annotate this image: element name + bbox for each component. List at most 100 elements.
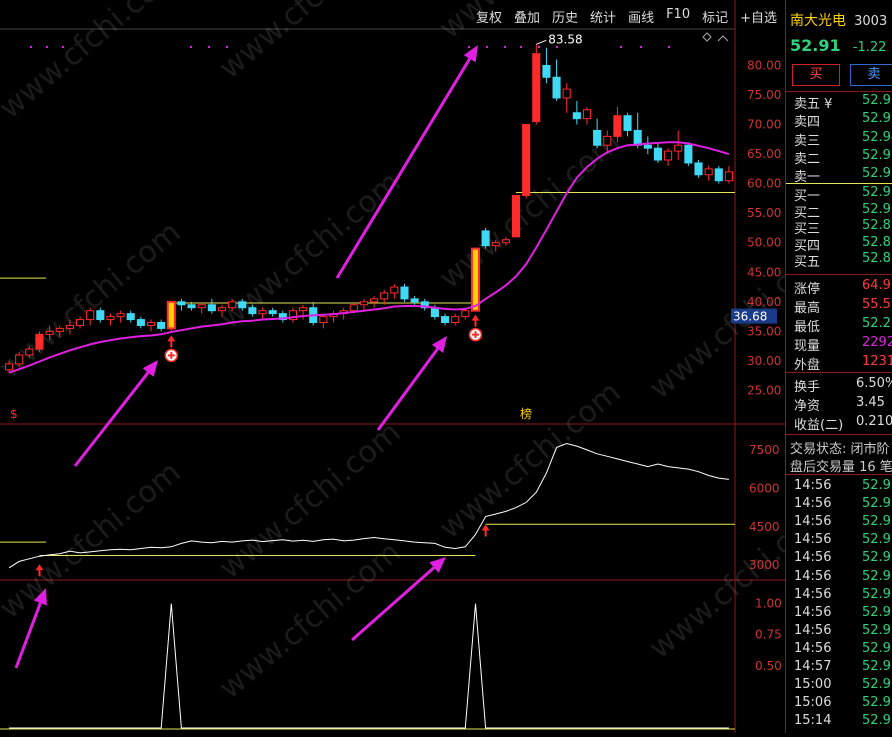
stat-label: 换手	[794, 380, 821, 395]
price-tick-label: 35.00	[747, 324, 781, 338]
annotation-arrow	[73, 360, 158, 467]
buy-arrow-icon	[167, 335, 176, 348]
stock-name: 南大光电	[790, 13, 846, 29]
stat-label: 最高	[794, 301, 821, 316]
candle-body	[400, 286, 409, 300]
candle	[400, 284, 409, 302]
candle	[146, 319, 156, 332]
candle	[694, 160, 703, 178]
stat-label: 涨停	[794, 282, 821, 297]
bid-price: 52.87	[862, 251, 892, 266]
candle-body	[724, 171, 733, 182]
candle	[166, 300, 176, 332]
tick-price: 52.91	[862, 604, 892, 620]
candle-body	[542, 64, 551, 78]
price-tick-label: 30.00	[747, 354, 781, 368]
stat-value: 6.50%	[856, 376, 892, 391]
marker-dot	[486, 46, 488, 48]
tick-price: 52.91	[862, 713, 892, 729]
candle-body	[25, 348, 34, 356]
toolbar-button-2[interactable]: 历史	[546, 6, 584, 26]
tick-time: 14:56	[794, 478, 832, 493]
candle-body	[593, 129, 602, 146]
marker-dot	[620, 46, 622, 48]
toolbar-button-5[interactable]: F10	[660, 6, 696, 26]
toolbar-button-6[interactable]: 标记	[696, 6, 734, 26]
tick-row: 14:56 52.90	[790, 478, 892, 496]
candle-body	[491, 242, 500, 247]
watermark-text: www.cfchi.com	[0, 215, 187, 386]
ask-label: 卖三	[794, 133, 821, 149]
candle-body	[86, 310, 95, 321]
candle-body	[643, 144, 652, 149]
ask-row: 卖一52.92	[790, 166, 892, 185]
candle-body	[299, 307, 308, 312]
divider	[786, 434, 892, 435]
candle	[268, 307, 277, 317]
candle	[278, 310, 287, 323]
candle	[653, 142, 663, 163]
toolbar-button-4[interactable]: 画线	[622, 6, 660, 26]
tick-time: 14:56	[794, 568, 832, 584]
candle-body	[75, 319, 85, 326]
toolbar-button-7[interactable]: +自选	[734, 6, 783, 26]
candle-body	[603, 135, 612, 146]
candle	[197, 301, 206, 314]
price-tick-label: 45.00	[747, 265, 781, 279]
tick-row: 14:56 52.91	[790, 514, 892, 532]
stat-row: 最高 55.50	[790, 297, 892, 316]
ask-label: 卖五 ¥	[794, 97, 833, 112]
buy-button[interactable]: 买	[792, 64, 840, 86]
candle	[106, 313, 115, 326]
tick-price: 52.91	[862, 514, 892, 530]
candle-body	[694, 162, 703, 176]
candle-body	[684, 144, 693, 164]
stat-label: 最低	[794, 320, 821, 335]
toolbar-button-1[interactable]: 叠加	[508, 6, 546, 26]
candle-body	[268, 310, 277, 315]
chart-svg[interactable]: www.cfchi.com www.cfchi.com www.cfchi.com w…	[0, 0, 837, 733]
candle-body	[572, 112, 581, 120]
price-tick-label: 60.00	[747, 177, 781, 191]
chevron-up-icon	[717, 35, 729, 42]
candle-body	[207, 304, 216, 312]
buy-arrow-icon	[471, 314, 480, 327]
stat-value: 52.26	[862, 316, 892, 331]
sell-button[interactable]: 卖	[850, 64, 892, 86]
ask-label: 卖二	[794, 151, 821, 167]
ask-row: 卖四 52.95	[790, 111, 892, 130]
marker-dot	[520, 46, 522, 48]
candle-body	[470, 247, 481, 312]
candle-body	[217, 307, 227, 312]
tick-row: 14:56 52.91	[790, 623, 892, 641]
toolbar-button-0[interactable]: 复权	[470, 6, 508, 26]
arrow-shaft	[376, 348, 439, 431]
signal-spike-line	[9, 603, 729, 729]
peak-label: 83.58	[548, 32, 582, 46]
marker-dot	[62, 46, 64, 48]
candle	[329, 310, 338, 323]
candle-body	[177, 301, 186, 306]
kline-chart-area[interactable]: www.cfchi.com www.cfchi.com www.cfchi.com w…	[0, 0, 892, 733]
stat-value: 2292	[862, 335, 892, 350]
candle	[136, 316, 145, 329]
tick-price: 52.91	[862, 677, 892, 693]
arrow-head	[463, 45, 478, 63]
toolbar-button-3[interactable]: 统计	[584, 6, 622, 26]
candle-body	[664, 150, 673, 161]
tick-row: 14:56 52.91	[790, 496, 892, 514]
candle-body	[136, 319, 145, 326]
s-badge: $	[10, 407, 18, 421]
candle-body	[501, 239, 510, 244]
tick-price: 52.91	[862, 659, 892, 674]
tick-price: 52.91	[862, 695, 892, 711]
tick-price: 52.91	[862, 586, 892, 602]
candle	[116, 310, 125, 323]
marker-dot	[640, 46, 642, 48]
indicator-tick-label: 6000	[749, 481, 780, 495]
marker-dot	[538, 46, 540, 48]
ask-price: 52.93	[862, 147, 892, 163]
candle	[299, 304, 308, 320]
tick-price: 52.91	[862, 640, 892, 656]
stat-value: 55.50	[862, 297, 892, 312]
